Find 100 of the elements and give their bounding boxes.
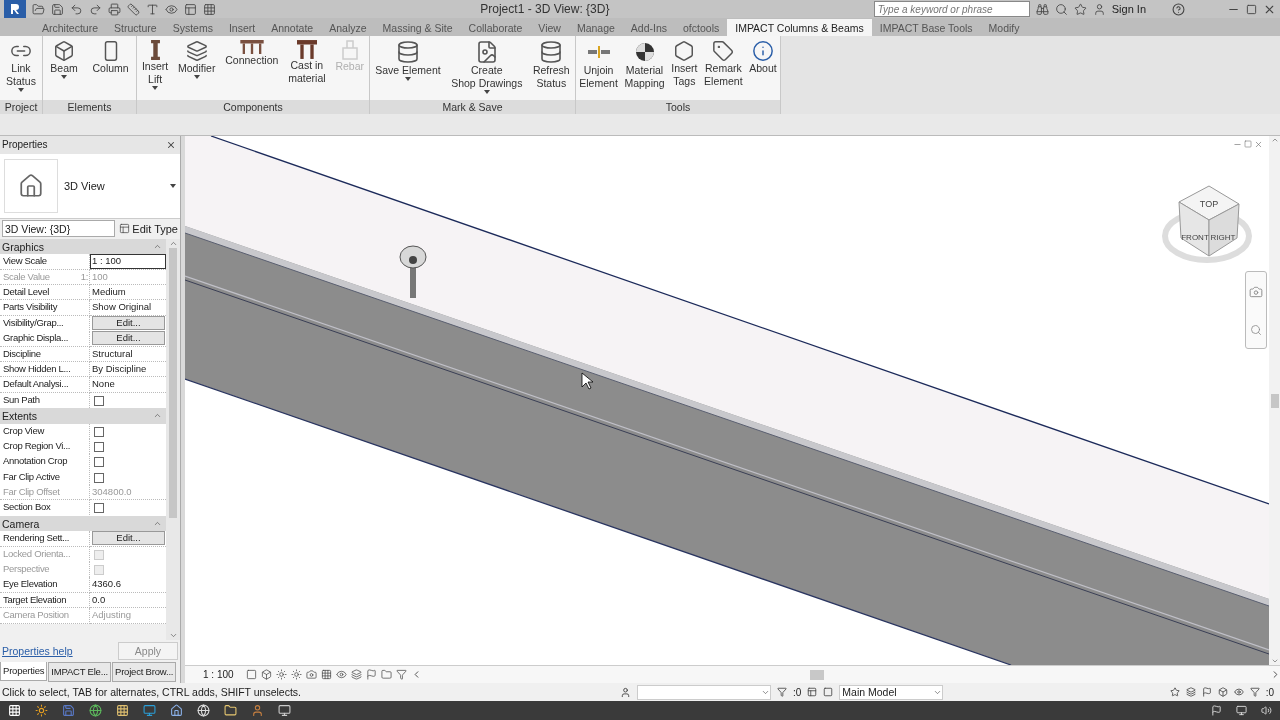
ribbon-button[interactable]: Material Mapping <box>622 40 667 90</box>
selection-option-icon[interactable] <box>1201 687 1212 697</box>
ribbon-tab[interactable]: ofctools <box>675 19 728 36</box>
ribbon-button[interactable]: Unjoin Element <box>577 40 620 90</box>
layout-icon[interactable] <box>184 2 197 16</box>
undo-icon[interactable] <box>70 2 83 16</box>
property-value[interactable]: 1 : 100 <box>90 254 166 270</box>
checkbox[interactable] <box>94 472 104 483</box>
selection-option-icon[interactable] <box>1217 687 1228 697</box>
tag-icon <box>712 40 735 62</box>
caret-icon <box>404 77 411 81</box>
text-icon[interactable] <box>146 2 159 16</box>
printer-icon[interactable] <box>108 2 121 16</box>
filter-icon[interactable] <box>777 687 787 697</box>
ribbon-tab[interactable]: Massing & Site <box>374 19 461 36</box>
ribbon-button[interactable]: Modifier <box>176 40 218 79</box>
sign-in-link[interactable]: Sign In <box>1111 3 1146 15</box>
navigation-bar[interactable] <box>1245 271 1267 349</box>
star-icon[interactable] <box>1073 2 1087 16</box>
ribbon-button[interactable]: Connection <box>223 40 281 67</box>
edit-type-button[interactable]: Edit Type <box>119 222 178 235</box>
scrollbar[interactable] <box>1269 136 1280 665</box>
ribbon-tab[interactable]: Analyze <box>321 19 375 36</box>
redo-icon[interactable] <box>89 2 102 16</box>
ribbon-button[interactable]: Insert Lift <box>139 40 171 90</box>
scroll-thumb[interactable] <box>1271 393 1279 408</box>
property-value[interactable]: 4360.6 <box>90 577 166 593</box>
scroll-thumb[interactable] <box>809 669 824 680</box>
eye-icon[interactable] <box>165 2 178 16</box>
panel-tab[interactable]: Project Brow... <box>112 662 177 683</box>
ribbon-button[interactable]: Link Status <box>4 40 38 92</box>
ribbon-tab[interactable]: Collaborate <box>460 19 531 36</box>
model-select[interactable]: Main Model <box>839 684 944 700</box>
table-icon <box>296 40 317 59</box>
workset-icon[interactable] <box>620 686 631 698</box>
ribbon-tab[interactable]: IMPACT Base Tools <box>871 19 981 36</box>
close-icon[interactable] <box>166 140 176 150</box>
ribbon-button[interactable]: Column <box>90 40 131 75</box>
ribbon-button[interactable]: Insert Tags <box>669 40 700 88</box>
maximize-icon[interactable] <box>1246 3 1257 15</box>
checkbox[interactable] <box>94 441 104 452</box>
property-value[interactable]: None <box>90 377 166 393</box>
section-header[interactable]: Extents <box>0 408 166 424</box>
checkbox[interactable] <box>94 503 104 514</box>
search-icon[interactable] <box>1054 2 1068 16</box>
selection-option-icon[interactable] <box>1233 687 1244 697</box>
hide-icon[interactable] <box>335 669 347 680</box>
ribbon-tab[interactable]: Systems <box>164 19 221 36</box>
property-value[interactable]: Show Original <box>90 300 166 316</box>
ribbon-tab[interactable]: Insert <box>220 19 264 36</box>
ribbon-button[interactable]: About <box>747 40 779 75</box>
filter-icon[interactable] <box>1249 687 1260 697</box>
ribbon-tab[interactable]: View <box>530 19 569 36</box>
ribbon-tab[interactable]: Add-Ins <box>622 19 676 36</box>
panel-tab[interactable]: IMPACT Ele... <box>48 662 111 683</box>
ribbon-tab[interactable]: Structure <box>106 19 165 36</box>
monitor-icon <box>1236 705 1247 716</box>
render-icon[interactable] <box>305 669 317 680</box>
ribbon-tab[interactable]: IMPACT Columns & Beams <box>727 19 872 36</box>
user-icon[interactable] <box>1092 2 1106 16</box>
view-select[interactable]: 3D View: {3D} <box>2 220 116 238</box>
property-value[interactable]: Medium <box>90 285 166 301</box>
ribbon-tab[interactable]: Annotate <box>263 19 322 36</box>
status-message: Click to select, TAB for alternates, CTRL adds, SHIFT unselects. <box>1 686 302 698</box>
search-field[interactable]: Type a keyword or phrase <box>873 1 1030 17</box>
ribbon-tab[interactable]: Architecture <box>34 19 107 36</box>
section-header[interactable]: Graphics <box>0 238 166 255</box>
ribbon-tab[interactable]: Manage <box>568 19 623 36</box>
caret-icon <box>61 75 68 79</box>
checkbox[interactable] <box>94 426 104 437</box>
app-menu-button[interactable] <box>4 0 26 18</box>
selection-option-icon[interactable] <box>1169 687 1180 697</box>
panel-title: Elements <box>43 100 136 114</box>
edit-button[interactable]: Edit... <box>92 531 165 546</box>
type-name: 3D View <box>64 179 106 192</box>
ribbon-button[interactable]: Beam <box>48 40 80 79</box>
checkbox[interactable] <box>94 395 104 406</box>
ribbon-button[interactable]: Save Element <box>373 40 443 81</box>
folder-icon[interactable] <box>32 2 45 16</box>
ribbon-button[interactable]: Create Shop Drawings <box>449 40 525 94</box>
binoculars-icon[interactable] <box>1035 2 1049 16</box>
ribbon-button[interactable]: Cast in material <box>286 40 328 85</box>
selection-option-icon[interactable] <box>1185 687 1196 697</box>
ribbon-button[interactable]: Remark Element <box>702 40 745 88</box>
panel-tab[interactable]: Properties <box>0 662 48 682</box>
ruler-icon[interactable] <box>127 2 140 16</box>
ribbon-button[interactable]: Refresh Status <box>530 40 572 90</box>
view-scale[interactable]: 1 : 100 <box>203 669 234 680</box>
save-icon[interactable] <box>51 2 64 16</box>
sun-icon[interactable] <box>275 669 287 680</box>
ribbon-tab[interactable]: Modify <box>980 19 1028 36</box>
help-icon[interactable] <box>1172 2 1185 16</box>
help-link[interactable]: Properties help <box>2 645 73 658</box>
scrollbar[interactable] <box>166 238 180 641</box>
browser-icon <box>89 704 102 717</box>
grid-icon[interactable] <box>203 2 216 16</box>
edit-button[interactable]: Edit... <box>92 331 165 346</box>
checkbox[interactable] <box>94 457 104 468</box>
shadows-icon[interactable] <box>290 669 302 680</box>
scroll-thumb[interactable] <box>169 247 177 518</box>
